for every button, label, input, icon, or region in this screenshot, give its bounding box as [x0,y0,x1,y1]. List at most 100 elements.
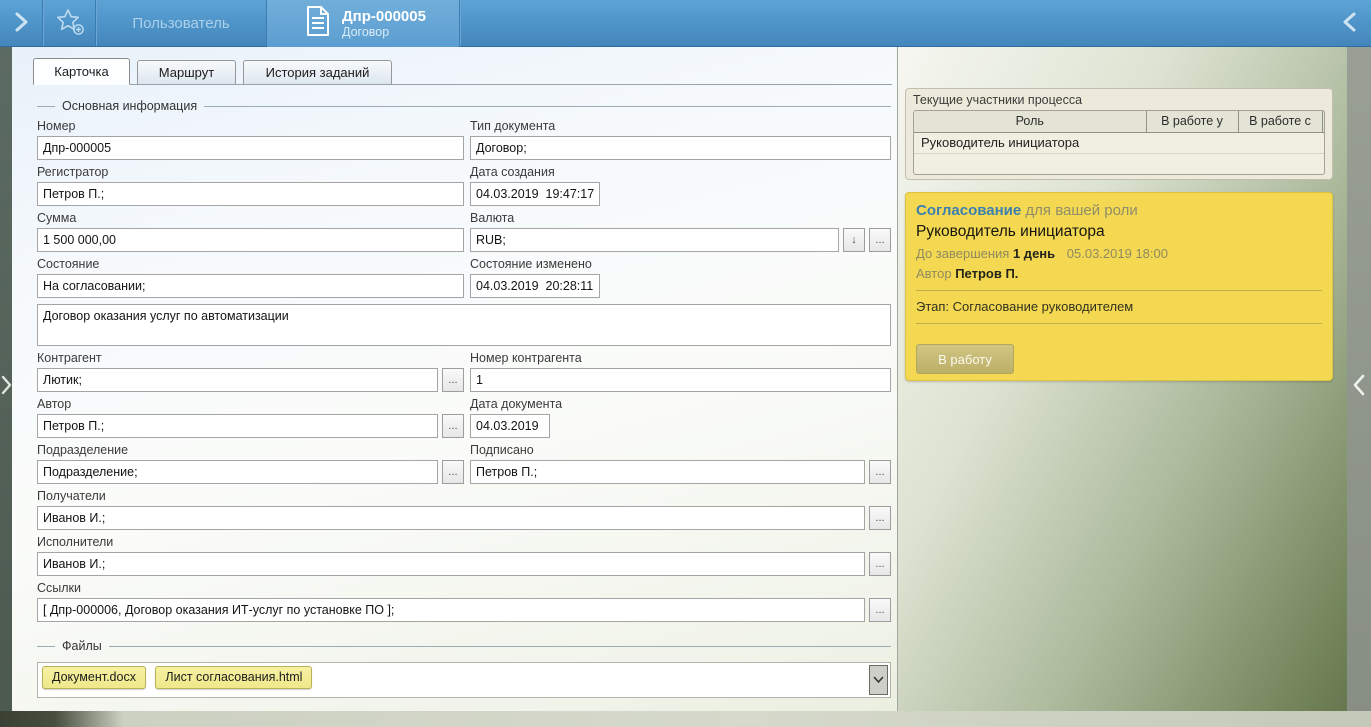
doc-type-label: Тип документа [470,119,891,134]
right-splitter-expand-button[interactable] [1347,47,1371,727]
currency-label: Валюта [470,211,891,226]
links-field[interactable]: [ Дпр-000006, Договор оказания ИТ-услуг … [37,598,865,622]
nav-forward-button[interactable] [6,9,36,39]
created-label: Дата создания [470,165,891,180]
recipients-label: Получатели [37,489,891,504]
favorites-button[interactable] [48,7,92,41]
author-field[interactable]: Петров П.; [37,414,438,438]
participants-table: Роль В работе у В работе с Руководитель … [913,110,1325,175]
group-main-info-label: Основная информация [62,99,197,113]
left-splitter-expand-button[interactable] [0,47,12,727]
topbar-separator [42,0,43,46]
created-field[interactable]: 04.03.2019 19:47:17 [470,182,600,206]
executors-ellipsis-button[interactable]: ... [869,552,891,576]
state-changed-field[interactable]: 04.03.2019 20:28:11 [470,274,600,298]
ellipsis-icon: ... [875,234,884,246]
ellipsis-icon: ... [448,374,457,386]
ellipsis-icon: ... [448,420,457,432]
links-label: Ссылки [37,581,891,596]
participant-role-cell: Руководитель инициатора [914,132,1324,153]
take-to-work-button[interactable]: В работу [916,344,1014,374]
main-info-form: Основная информация Номер Дпр-000005 Тип… [37,98,891,698]
state-field[interactable]: На согласовании; [37,274,464,298]
group-files-label: Файлы [62,639,102,653]
author-ellipsis-button[interactable]: ... [442,414,464,438]
recipients-ellipsis-button[interactable]: ... [869,506,891,530]
files-scroll-button[interactable] [869,665,888,695]
contractor-label: Контрагент [37,351,464,366]
doc-type-field[interactable]: Договор; [470,136,891,160]
currency-field[interactable]: RUB; [470,228,839,252]
chevron-right-icon [1,375,12,400]
tab-route[interactable]: Маршрут [137,60,236,84]
contractor-field[interactable]: Лютик; [37,368,438,392]
task-card: Согласование для вашей роли Руководитель… [905,192,1333,381]
user-tab-label: Пользователь [132,15,229,32]
chevron-left-icon [1353,374,1365,401]
deadline-date: 05.03.2019 18:00 [1067,246,1168,261]
department-ellipsis-button[interactable]: ... [442,460,464,484]
tab-card[interactable]: Карточка [33,58,130,85]
participants-title: Текущие участники процесса [913,93,1325,107]
signed-field[interactable]: Петров П.; [470,460,865,484]
task-action: Согласование [916,202,1021,219]
topbar-collapse-button[interactable] [1335,9,1365,39]
task-author-label: Автор [916,266,952,281]
chevron-right-icon [11,10,31,39]
number-field[interactable]: Дпр-000005 [37,136,464,160]
ellipsis-icon: ... [875,558,884,570]
recipients-field[interactable]: Иванов И.; [37,506,865,530]
column-header-in-work-since[interactable]: В работе с [1238,111,1322,132]
files-list: Документ.docx Лист согласования.html [37,662,891,698]
department-field[interactable]: Подразделение; [37,460,438,484]
arrow-down-icon: ↓ [851,234,857,246]
participant-row[interactable]: Руководитель инициатора [914,132,1324,153]
column-header-in-work-at[interactable]: В работе у [1146,111,1238,132]
deadline-value: 1 день [1013,246,1055,261]
description-field[interactable]: Договор оказания услуг по автоматизации [37,304,891,346]
executors-field[interactable]: Иванов И.; [37,552,865,576]
task-action-suffix: для вашей роли [1025,202,1137,219]
star-plus-icon [54,7,86,42]
registrar-field[interactable]: Петров П.; [37,182,464,206]
topbar: Пользователь Дпр-000005 Договор [0,0,1371,47]
task-stage: Этап: Согласование руководителем [916,299,1322,314]
number-label: Номер [37,119,464,134]
department-label: Подразделение [37,443,464,458]
bottom-status-band [0,711,1371,727]
links-ellipsis-button[interactable]: ... [869,598,891,622]
file-chip-document[interactable]: Документ.docx [42,666,146,689]
amount-field[interactable]: 1 500 000,00 [37,228,464,252]
currency-dropdown-button[interactable]: ↓ [843,228,865,252]
app-window: Пользователь Дпр-000005 Договор [0,0,1371,727]
contractor-ellipsis-button[interactable]: ... [442,368,464,392]
card-divider [916,290,1322,291]
state-changed-label: Состояние изменено [470,257,891,272]
topbar-separator [459,0,460,46]
author-label: Автор [37,397,464,412]
registrar-label: Регистратор [37,165,464,180]
card-divider [916,323,1322,324]
state-label: Состояние [37,257,464,272]
task-role: Руководитель инициатора [916,223,1322,241]
document-card-panel: Карточка Маршрут История заданий Основна… [12,47,898,711]
contractor-number-field[interactable]: 1 [470,368,891,392]
topbar-tab-document[interactable]: Дпр-000005 Договор [267,0,459,47]
ellipsis-icon: ... [875,512,884,524]
ellipsis-icon: ... [448,466,457,478]
chevron-left-icon [1340,10,1360,39]
participant-row-empty [914,153,1324,174]
ellipsis-icon: ... [875,604,884,616]
signed-label: Подписано [470,443,891,458]
signed-ellipsis-button[interactable]: ... [869,460,891,484]
doc-date-field[interactable]: 04.03.2019 [470,414,550,438]
file-chip-approval-sheet[interactable]: Лист согласования.html [155,666,312,689]
topbar-tab-user[interactable]: Пользователь [96,0,266,47]
tab-task-history[interactable]: История заданий [243,60,392,84]
column-header-role[interactable]: Роль [914,111,1146,132]
card-tabstrip: Карточка Маршрут История заданий [33,57,892,85]
deadline-label: До завершения [916,246,1009,261]
document-icon [305,5,331,42]
chevron-down-icon [873,671,884,689]
currency-ellipsis-button[interactable]: ... [869,228,891,252]
